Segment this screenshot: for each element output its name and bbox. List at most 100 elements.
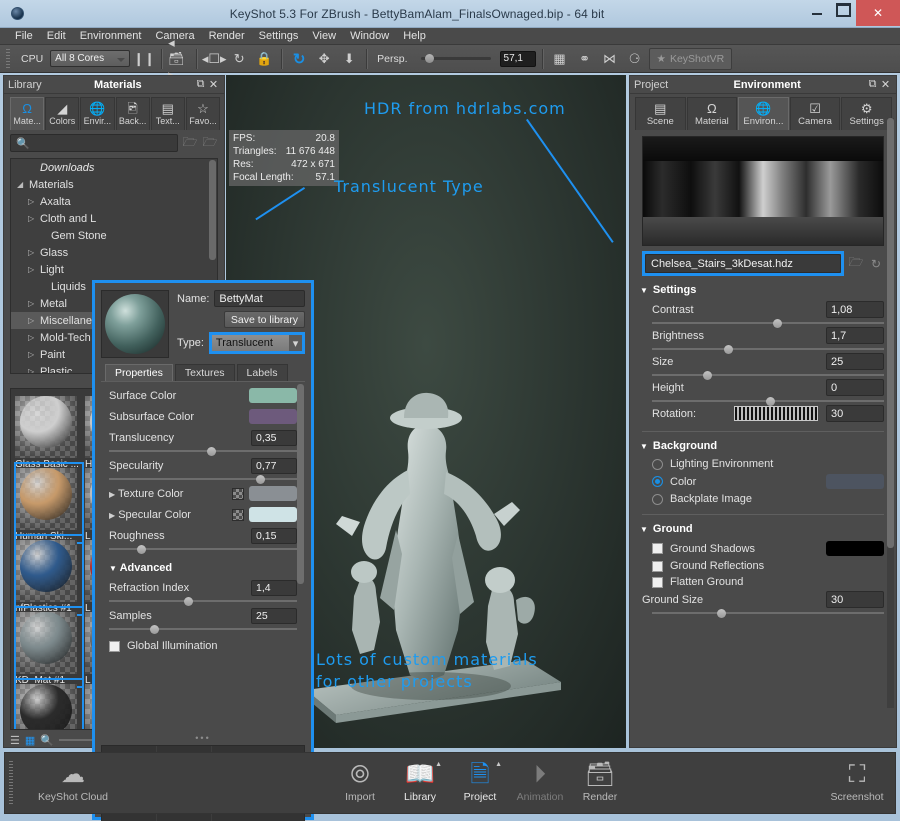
menu-window[interactable]: Window	[343, 29, 396, 43]
folder-add-icon[interactable]: 🗁	[182, 135, 198, 151]
dock-item-import[interactable]: ⦾ Import	[330, 763, 390, 804]
radio-button[interactable]	[652, 476, 663, 487]
ground-section-header[interactable]: ▼ Ground	[630, 515, 896, 537]
library-tab-textures[interactable]: ▤ Text...	[150, 97, 185, 130]
library-tab-backplates[interactable]: 🖻 Back...	[115, 97, 150, 130]
toolbar-grip[interactable]	[6, 48, 10, 69]
menu-view[interactable]: View	[305, 29, 343, 43]
background-option[interactable]: Lighting Environment	[630, 454, 896, 470]
focal-length-input[interactable]: 57,1	[499, 50, 536, 67]
undock-icon[interactable]: ⧉	[866, 78, 879, 91]
zoom-out-icon[interactable]: 🔍	[40, 734, 54, 747]
tree-expand-icon[interactable]: ▷	[28, 316, 40, 325]
property-slider[interactable]	[109, 446, 297, 456]
cores-select[interactable]: All 8 Cores	[50, 50, 131, 67]
menu-environment[interactable]: Environment	[73, 29, 149, 43]
global-illumination-checkbox[interactable]	[109, 640, 120, 652]
radio-button[interactable]	[652, 493, 663, 505]
grid-view-icon[interactable]: ▦	[25, 734, 35, 747]
maximize-button[interactable]	[830, 0, 856, 20]
color-swatch[interactable]	[249, 409, 297, 424]
checkbox[interactable]	[652, 576, 663, 588]
property-value-input[interactable]: 0,15	[251, 528, 297, 544]
environment-file-input[interactable]: Chelsea_Stairs_3kDesat.hdz	[645, 254, 841, 273]
dock-item-animation[interactable]: ⏵ Animation	[510, 763, 570, 804]
import-arrow-icon[interactable]: ⬇	[338, 48, 360, 70]
tree-expand-icon[interactable]: ▷	[28, 299, 40, 308]
tab-labels[interactable]: Labels	[236, 364, 288, 381]
tree-expand-icon[interactable]: ▷	[28, 367, 40, 373]
advanced-section-header[interactable]: ▼ Advanced	[101, 550, 305, 574]
tab-properties[interactable]: Properties	[105, 364, 173, 381]
pause-icon[interactable]: ❙❙	[133, 48, 155, 70]
background-section-header[interactable]: ▼ Background	[630, 432, 896, 454]
tree-item[interactable]: Gem Stone	[11, 227, 217, 244]
tree-expand-icon[interactable]: ▷	[28, 265, 40, 274]
property-value-input[interactable]: 1,4	[251, 580, 297, 596]
library-tab-favorites[interactable]: ☆ Favo...	[185, 97, 221, 130]
refresh-icon[interactable]: ↻	[228, 48, 250, 70]
tab-scene[interactable]: ▤ Scene	[635, 97, 686, 130]
close-button[interactable]	[856, 0, 900, 26]
hourglass-link-icon[interactable]: ⋈	[599, 48, 621, 70]
tab-settings[interactable]: ⚙ Settings	[841, 97, 892, 130]
property-label[interactable]: ▶ Texture Color	[109, 488, 232, 500]
setting-slider[interactable]	[652, 318, 884, 328]
chevron-right-icon[interactable]: ▶	[109, 511, 115, 520]
property-value-input[interactable]: 0,35	[251, 430, 297, 446]
texture-map-icon[interactable]	[232, 487, 244, 500]
setting-slider[interactable]	[652, 396, 884, 406]
dock-item-project[interactable]: ▲ 🗎 Project	[450, 761, 510, 803]
menu-file[interactable]: File	[8, 29, 40, 43]
close-icon[interactable]: ✕	[207, 78, 220, 91]
tree-item[interactable]: ▷ Axalta	[11, 193, 217, 210]
tree-expand-icon[interactable]: ▷	[28, 333, 40, 342]
color-swatch[interactable]	[249, 486, 297, 501]
material-thumbnail[interactable]: Human Ski...	[14, 462, 84, 544]
focal-slider[interactable]	[420, 54, 491, 63]
tab-environment[interactable]: 🌐 Environ...	[738, 97, 789, 130]
minimize-button[interactable]	[804, 0, 830, 20]
setting-value-input[interactable]: 25	[826, 353, 884, 370]
material-thumbnail[interactable]: nfPlastics #1	[14, 534, 84, 616]
material-thumbnail[interactable]: Glass Basic ...	[15, 391, 83, 471]
setting-slider[interactable]	[652, 344, 884, 354]
background-option[interactable]: Backplate Image	[630, 489, 896, 505]
environment-preview-image[interactable]	[642, 136, 884, 246]
property-value-input[interactable]: 0,77	[251, 458, 297, 474]
material-thumbnail[interactable]: KD_Mat #1	[14, 606, 84, 688]
list-view-icon[interactable]: ☰	[10, 734, 20, 747]
tree-item[interactable]: ◢ Materials	[11, 176, 217, 193]
menu-settings[interactable]: Settings	[252, 29, 306, 43]
tree-item[interactable]: ▷ Glass	[11, 244, 217, 261]
menu-render[interactable]: Render	[202, 29, 252, 43]
property-slider[interactable]	[109, 474, 297, 484]
checkbox[interactable]	[652, 543, 663, 554]
radio-button[interactable]	[652, 458, 663, 470]
menu-help[interactable]: Help	[396, 29, 433, 43]
search-input[interactable]: 🔍	[10, 134, 178, 152]
advanced-slider[interactable]	[109, 596, 297, 606]
texture-map-icon[interactable]	[232, 508, 244, 521]
setting-value-input[interactable]: 0	[826, 379, 884, 396]
dock-item-render[interactable]: 🗃 Render	[570, 763, 630, 804]
lighting-preset-icon[interactable]: ⚭	[574, 48, 596, 70]
ground-size-input[interactable]: 30	[826, 591, 884, 608]
project-tab-label[interactable]: Project	[634, 79, 668, 91]
tree-item[interactable]: ▷ Cloth and L	[11, 210, 217, 227]
dock-item-screenshot[interactable]: ⛶ Screenshot	[827, 763, 887, 804]
tab-textures[interactable]: Textures	[174, 364, 235, 381]
library-tab-materials[interactable]: Ω Mate...	[10, 97, 45, 130]
tab-material[interactable]: Ω Material	[686, 97, 738, 130]
chevron-right-icon[interactable]: ▶	[109, 490, 115, 499]
color-swatch[interactable]	[249, 507, 297, 522]
tree-item[interactable]: ▷ Light	[11, 261, 217, 278]
ground-option[interactable]: Ground Reflections	[630, 556, 896, 572]
ground-shadow-color-swatch[interactable]	[826, 541, 884, 556]
properties-scrollbar[interactable]	[297, 384, 304, 584]
tree-expand-icon[interactable]: ▷	[28, 248, 40, 257]
library-tab-label[interactable]: Library	[8, 79, 42, 91]
ground-option[interactable]: Flatten Ground	[630, 572, 896, 588]
property-label[interactable]: ▶ Specular Color	[109, 509, 232, 521]
dock-item-keyshot-cloud[interactable]: ☁ KeyShot Cloud	[13, 763, 133, 804]
